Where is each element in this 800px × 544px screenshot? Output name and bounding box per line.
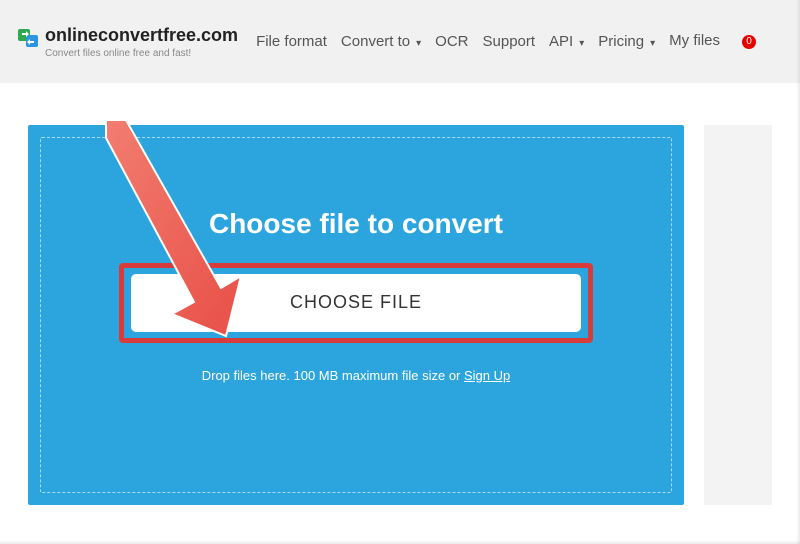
logo[interactable]: onlineconvertfree.com Convert files onli… <box>18 25 238 59</box>
chevron-down-icon: ▾ <box>650 37 655 50</box>
drop-zone[interactable]: Choose file to convert CHOOSE FILE Drop … <box>40 137 672 493</box>
choose-file-button[interactable]: CHOOSE FILE <box>131 274 581 332</box>
nav-convert-to[interactable]: Convert to ▾ <box>341 32 421 52</box>
nav-pricing[interactable]: Pricing ▾ <box>598 32 655 52</box>
nav-support[interactable]: Support <box>483 32 536 52</box>
logo-icon <box>18 27 40 49</box>
nav-ocr[interactable]: OCR <box>435 32 468 52</box>
logo-tagline: Convert files online free and fast! <box>45 48 238 59</box>
upload-panel: Choose file to convert CHOOSE FILE Drop … <box>28 125 684 505</box>
nav-my-files[interactable]: My files <box>669 32 720 50</box>
nav-api[interactable]: API ▾ <box>549 32 584 52</box>
logo-text: onlineconvertfree.com <box>45 25 238 46</box>
drop-hint: Drop files here. 100 MB maximum file siz… <box>202 368 511 383</box>
signup-link[interactable]: Sign Up <box>464 368 510 383</box>
main-nav: File format Convert to ▾ OCR Support API… <box>256 32 782 52</box>
side-panel <box>704 125 772 505</box>
content-area: Choose file to convert CHOOSE FILE Drop … <box>0 83 800 505</box>
files-count-badge: 0 <box>742 35 756 49</box>
chevron-down-icon: ▾ <box>579 37 584 50</box>
chevron-down-icon: ▾ <box>416 37 421 50</box>
nav-file-format[interactable]: File format <box>256 32 327 52</box>
upload-heading: Choose file to convert <box>209 208 503 240</box>
header-bar: onlineconvertfree.com Convert files onli… <box>0 0 800 83</box>
